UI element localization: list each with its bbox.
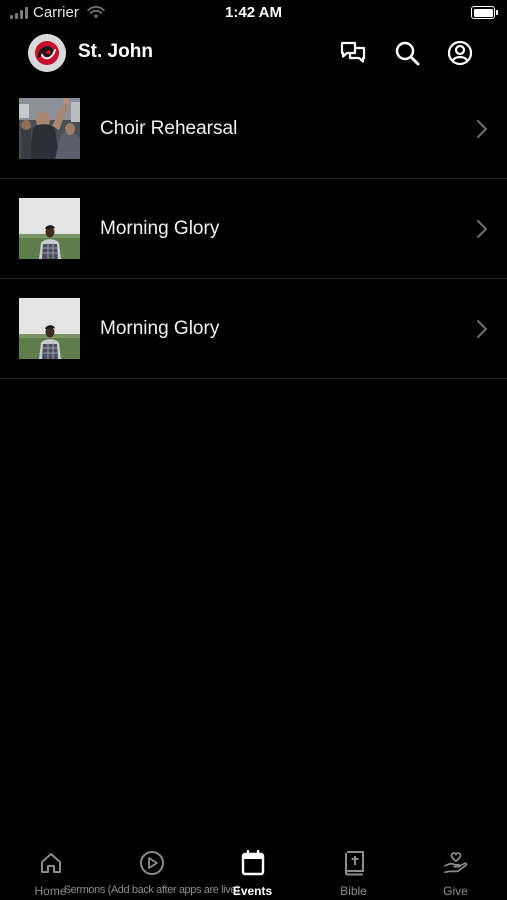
event-row[interactable]: Morning Glory — [0, 179, 507, 279]
battery-icon — [471, 6, 498, 19]
tab-events-label: Events — [232, 884, 273, 898]
chat-button[interactable] — [339, 39, 367, 67]
search-icon — [395, 41, 420, 66]
tab-give-label: Give — [443, 884, 468, 898]
chevron-right-icon — [477, 120, 487, 138]
choir-photo — [19, 98, 80, 159]
calendar-icon — [240, 850, 266, 876]
event-list: Choir Rehearsal Morning Glory Morning Gl… — [0, 79, 507, 379]
event-thumbnail — [19, 198, 80, 259]
event-row[interactable]: Choir Rehearsal — [0, 79, 507, 179]
profile-button[interactable] — [446, 39, 474, 67]
person-in-field-photo — [19, 198, 80, 259]
search-button[interactable] — [393, 39, 421, 67]
chevron-right-icon — [477, 220, 487, 238]
chat-icon — [340, 41, 366, 63]
tab-sermons[interactable]: Sermons (Add back after apps are live) — [64, 840, 240, 900]
status-bar: Carrier 1:42 AM — [0, 0, 507, 28]
person-in-field-photo — [19, 298, 80, 359]
tab-give[interactable]: Give — [405, 840, 506, 900]
profile-icon — [447, 40, 473, 66]
event-title: Morning Glory — [100, 218, 220, 239]
status-time: 1:42 AM — [225, 4, 282, 21]
event-title: Choir Rehearsal — [100, 118, 238, 139]
event-title: Morning Glory — [100, 318, 220, 339]
church-logo[interactable] — [28, 34, 66, 72]
event-thumbnail — [19, 98, 80, 159]
bible-icon — [341, 850, 367, 876]
app-header: St. John — [0, 28, 507, 78]
give-icon — [443, 850, 469, 876]
play-icon — [139, 850, 165, 876]
logo-mark-icon — [28, 34, 66, 72]
home-icon — [38, 850, 64, 876]
tab-home-label: Home — [34, 884, 67, 898]
tab-events[interactable]: Events — [202, 840, 303, 900]
event-row[interactable]: Morning Glory — [0, 279, 507, 379]
tab-bar: Home Sermons (Add back after apps are li… — [0, 840, 507, 900]
chevron-right-icon — [477, 320, 487, 338]
tab-bible[interactable]: Bible — [303, 840, 404, 900]
tab-bible-label: Bible — [340, 884, 367, 898]
event-thumbnail — [19, 298, 80, 359]
church-name: St. John — [78, 41, 153, 62]
